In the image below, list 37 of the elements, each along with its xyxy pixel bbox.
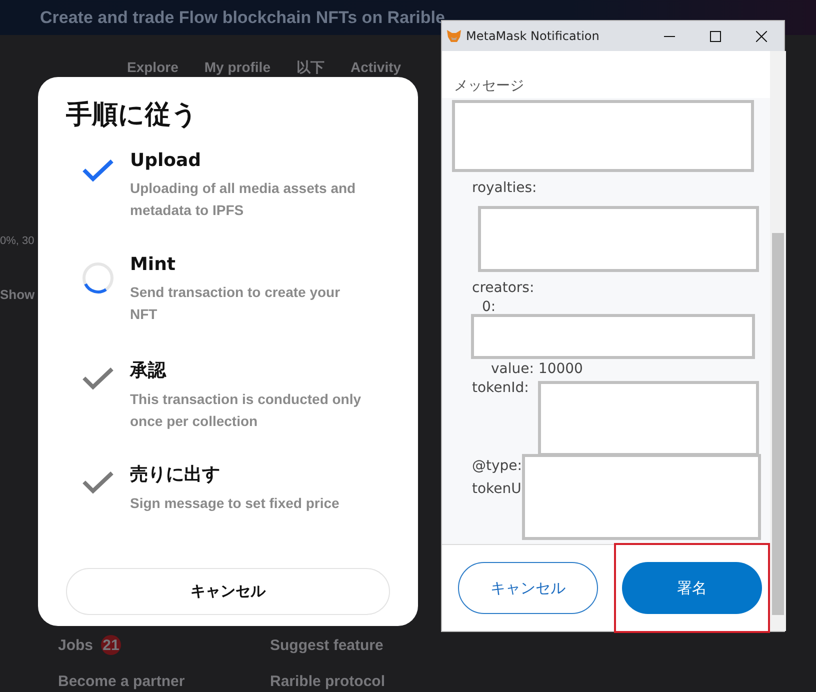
nav-link[interactable]: 以下 — [296, 59, 324, 75]
scrollbar[interactable] — [770, 51, 786, 631]
maximize-icon — [710, 30, 720, 42]
page-text: Show — [0, 287, 36, 302]
step-description: Uploading of all media assets and metadata to IPFS — [130, 179, 357, 220]
message-text: @type: — [472, 457, 522, 476]
message-label: メッセージ — [454, 77, 525, 96]
message-text: creators: — [472, 279, 534, 298]
modal-title: 手順に従う — [66, 99, 199, 132]
step-title: Mint — [130, 254, 177, 275]
fox-icon — [446, 29, 462, 43]
page-text: 0%, 30 — [0, 235, 36, 247]
footer-link[interactable]: Become a partner — [58, 673, 270, 690]
nav-link[interactable]: My profile — [204, 59, 270, 75]
step-title: 承認 — [130, 359, 168, 382]
message-text: royalties: — [472, 179, 537, 198]
footer-link[interactable]: Rarible protocol — [270, 673, 470, 690]
message-text: 0: — [482, 298, 496, 317]
cancel-button[interactable]: キャンセル — [458, 562, 598, 614]
message-text: tokenId: — [472, 379, 529, 398]
footer-link[interactable]: Suggest feature — [270, 635, 470, 655]
message-text: tokenU — [472, 480, 522, 499]
nav-link[interactable]: Explore — [127, 59, 178, 75]
step-title: Upload — [130, 150, 202, 171]
footer-link[interactable]: Jobs — [58, 636, 94, 654]
step-title: 売りに出す — [130, 463, 221, 486]
close-icon — [756, 30, 766, 42]
step-description: Sign message to set fixed price — [130, 494, 340, 513]
window-title: MetaMask Notification — [466, 29, 600, 43]
sign-button[interactable]: 署名 — [622, 562, 762, 614]
nav-link[interactable]: Activity — [350, 59, 402, 75]
cancel-button[interactable]: キャンセル — [66, 568, 390, 615]
step-description: This transaction is conducted only once per collection — [130, 390, 362, 431]
count-badge: 21 — [101, 635, 122, 655]
message-text: value: 10000 — [491, 360, 583, 379]
step-description: Send transaction to create your NFT — [130, 283, 342, 324]
banner-text: Create and trade Flow blockchain NFTs on Rarible — [40, 8, 445, 28]
